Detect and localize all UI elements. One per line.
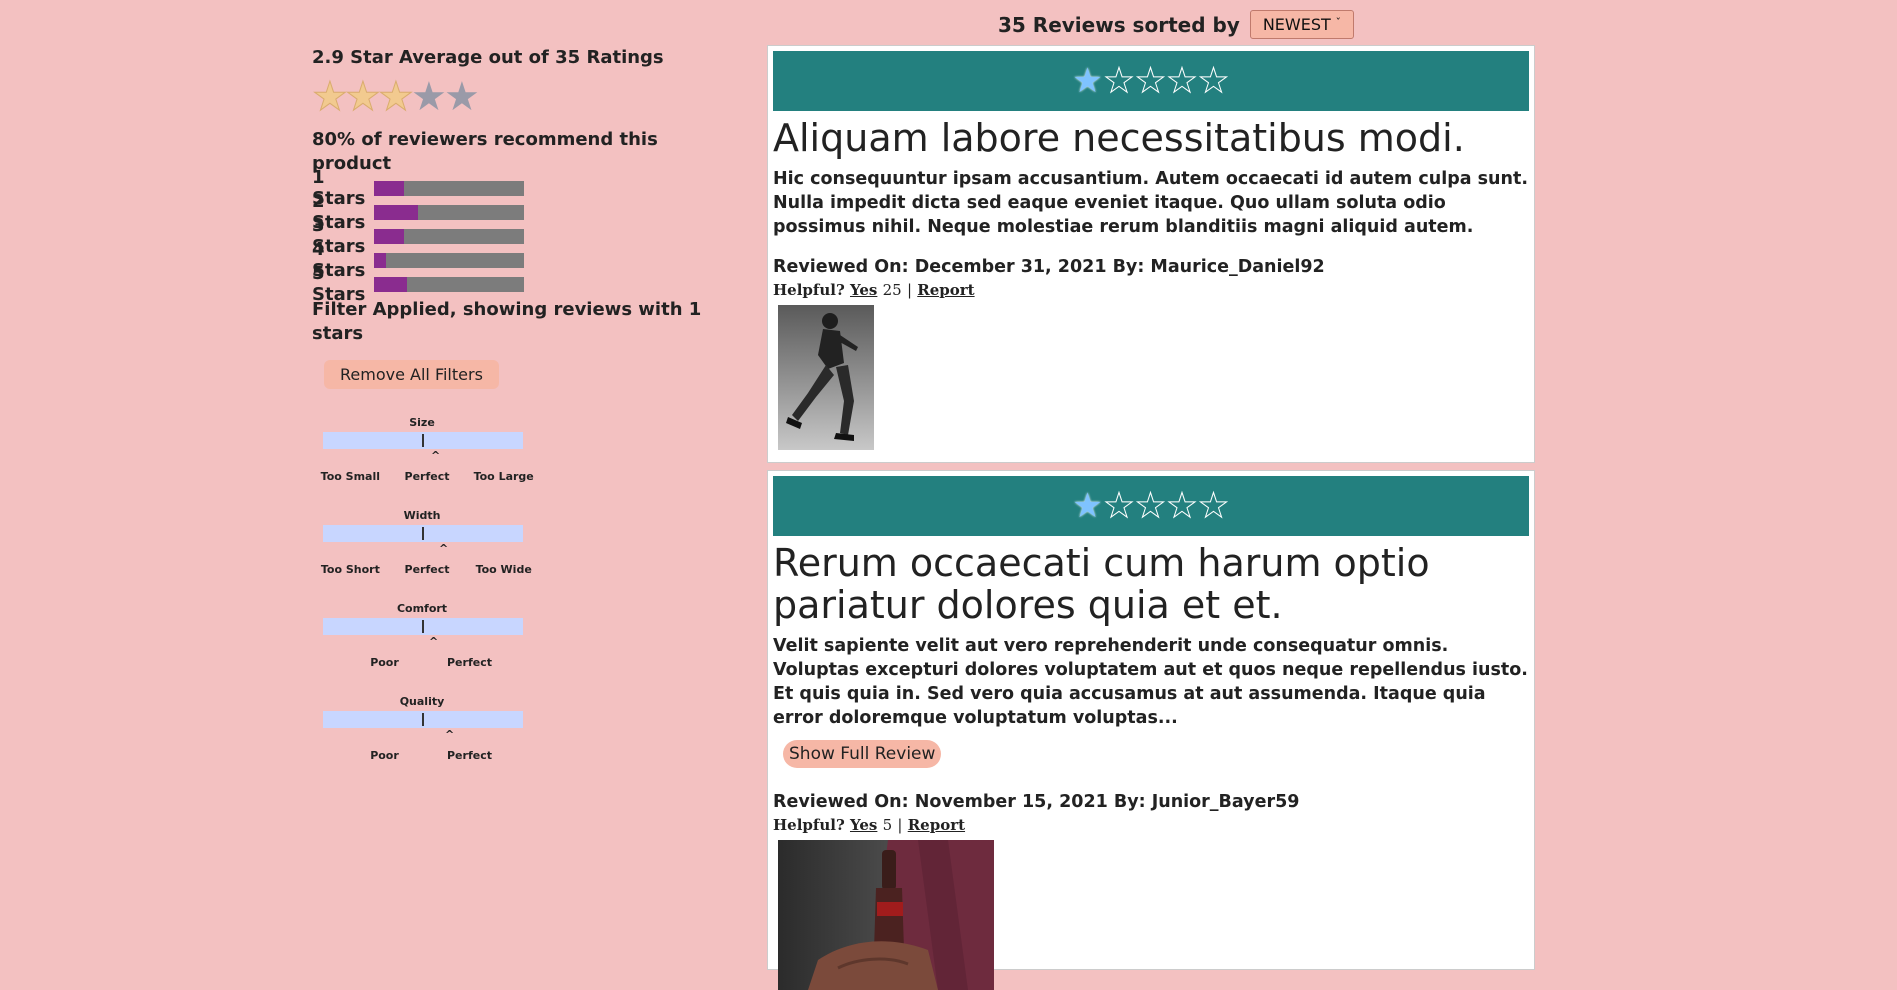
characteristic-track <box>323 525 523 542</box>
review-meta: Reviewed On: December 31, 2021 By: Mauri… <box>773 257 1325 277</box>
star-icon: ★ <box>1166 61 1199 102</box>
review-rating: ★ ★ ★ ★ ★ <box>773 476 1529 536</box>
characteristic-title: Size <box>409 416 435 429</box>
characteristic-quality: Quality ^ Poor Perfect <box>312 694 523 787</box>
star-icon: ★ <box>345 74 382 120</box>
average-stars: ★ ★ ★ ★ ★ <box>312 74 712 120</box>
characteristic-center-tick <box>422 620 424 633</box>
characteristic-size: Size ^ Too Small Perfect Too Large <box>312 415 534 508</box>
separator: | <box>897 816 903 834</box>
star-icon: ★ <box>1198 61 1230 102</box>
characteristic-label: Poor <box>370 749 399 762</box>
characteristic-marker: ^ <box>429 635 439 648</box>
helpful-yes-link[interactable]: Yes <box>850 281 877 299</box>
star-icon: ★ <box>1072 61 1104 101</box>
review-count-text: 35 Reviews sorted by <box>998 12 1240 37</box>
characteristic-center-tick <box>422 434 424 447</box>
characteristic-width: Width ^ Too Short Perfect Too Wide <box>312 508 532 601</box>
chevron-down-icon: ˇ <box>1335 16 1341 29</box>
report-link[interactable]: Report <box>917 281 974 299</box>
star-icon: ★ <box>1072 486 1104 526</box>
characteristic-label: Perfect <box>447 749 492 762</box>
star-bar-fill <box>374 276 407 292</box>
star-bar-track <box>374 180 524 196</box>
bottle-photo-image <box>778 840 994 990</box>
star-bar-track <box>374 252 524 268</box>
star-icon: ★ <box>1135 486 1167 527</box>
star-bar-track <box>374 228 524 244</box>
review-body: Hic consequuntur ipsam accusantium. Aute… <box>773 169 1528 237</box>
average-rating-text: 2.9 Star Average out of 35 Ratings <box>312 47 664 68</box>
star-bar-track <box>374 204 524 220</box>
review-title: Aliquam labore necessitatibus modi. <box>773 116 1465 160</box>
review-rating: ★ ★ ★ ★ ★ <box>773 51 1529 111</box>
skater-photo-image <box>778 305 874 450</box>
filter-status: Filter Applied, showing reviews with 1 s… <box>312 299 702 344</box>
characteristic-label: Too Large <box>473 470 534 483</box>
helpful-yes-link[interactable]: Yes <box>850 816 877 834</box>
star-icon: ★ <box>1166 486 1199 527</box>
helpful-row: Helpful? Yes 5 | Report <box>773 816 1529 834</box>
review-photo[interactable] <box>778 840 994 990</box>
characteristic-labels: Poor Perfect <box>312 749 542 762</box>
characteristic-labels: Too Small Perfect Too Large <box>312 470 542 483</box>
review-card: ★ ★ ★ ★ ★ Rerum occaecati cum harum optio pa… <box>767 470 1535 990</box>
helpful-row: Helpful? Yes 25 | Report <box>773 281 1529 299</box>
star-icon: ★ <box>312 74 349 120</box>
characteristic-comfort: Comfort ^ Poor Perfect <box>312 601 523 694</box>
characteristic-title: Width <box>403 509 441 522</box>
characteristic-marker: ^ <box>439 542 449 555</box>
characteristic-labels: Too Short Perfect Too Wide <box>312 563 542 576</box>
sort-dropdown[interactable]: NEWEST ˇ <box>1249 10 1354 39</box>
characteristic-label: Too Wide <box>475 563 532 576</box>
characteristic-track <box>323 711 523 728</box>
sort-selected-value: NEWEST <box>1262 15 1331 34</box>
helpful-count: 5 <box>882 816 893 834</box>
characteristic-marker: ^ <box>431 449 441 462</box>
characteristic-marker: ^ <box>445 728 455 741</box>
characteristic-label: Perfect <box>404 563 450 576</box>
star-icon: ★ <box>411 74 447 120</box>
review-body: Velit sapiente velit aut vero reprehende… <box>773 636 1528 728</box>
remove-filters-button[interactable]: Remove All Filters <box>324 360 499 389</box>
review-card: ★ ★ ★ ★ ★ Aliquam labore necessitatibus modi… <box>767 45 1535 463</box>
characteristic-title: Quality <box>399 695 445 708</box>
helpful-label: Helpful? <box>773 281 845 299</box>
helpful-label: Helpful? <box>773 816 845 834</box>
characteristic-track <box>323 618 523 635</box>
ratings-summary: 2.9 Star Average out of 35 Ratings ★ ★ ★ ★ ★… <box>312 46 712 787</box>
review-meta: Reviewed On: November 15, 2021 By: Junio… <box>773 792 1300 812</box>
star-bar-fill <box>374 228 404 244</box>
star-bar-fill <box>374 252 386 268</box>
characteristic-center-tick <box>422 713 424 726</box>
star-icon: ★ <box>378 74 415 120</box>
characteristic-label: Perfect <box>404 470 450 483</box>
show-full-review-button[interactable]: Show Full Review <box>783 740 942 768</box>
star-bar-fill <box>374 204 418 220</box>
sort-bar: 35 Reviews sorted by NEWEST ˇ <box>998 10 1354 39</box>
star-icon: ★ <box>1103 486 1136 527</box>
star-icon: ★ <box>1135 61 1167 102</box>
characteristic-labels: Poor Perfect <box>312 656 542 669</box>
characteristic-label: Poor <box>370 656 399 669</box>
star-breakdown: 1 Stars 2 Stars 3 Stars 4 Stars 5 Stars <box>312 167 712 305</box>
star-icon: ★ <box>1103 61 1136 102</box>
characteristic-label: Too Short <box>320 563 380 576</box>
separator: | <box>906 281 913 299</box>
star-icon: ★ <box>1198 486 1230 527</box>
characteristic-label: Perfect <box>447 656 492 669</box>
characteristic-track <box>323 432 523 449</box>
product-characteristics: Size ^ Too Small Perfect Too Large Width… <box>312 415 534 787</box>
characteristic-title: Comfort <box>396 602 448 615</box>
review-title: Rerum occaecati cum harum optio pariatur… <box>773 541 1430 627</box>
characteristic-center-tick <box>422 527 424 540</box>
star-bar-track <box>374 276 524 292</box>
characteristic-label: Too Small <box>320 470 380 483</box>
star-filter-5[interactable]: 5 Stars <box>312 263 712 305</box>
report-link[interactable]: Report <box>908 816 965 834</box>
review-photo[interactable] <box>778 305 874 450</box>
helpful-count: 25 <box>882 281 902 299</box>
star-bar-fill <box>374 180 404 196</box>
star-icon: ★ <box>444 74 480 120</box>
